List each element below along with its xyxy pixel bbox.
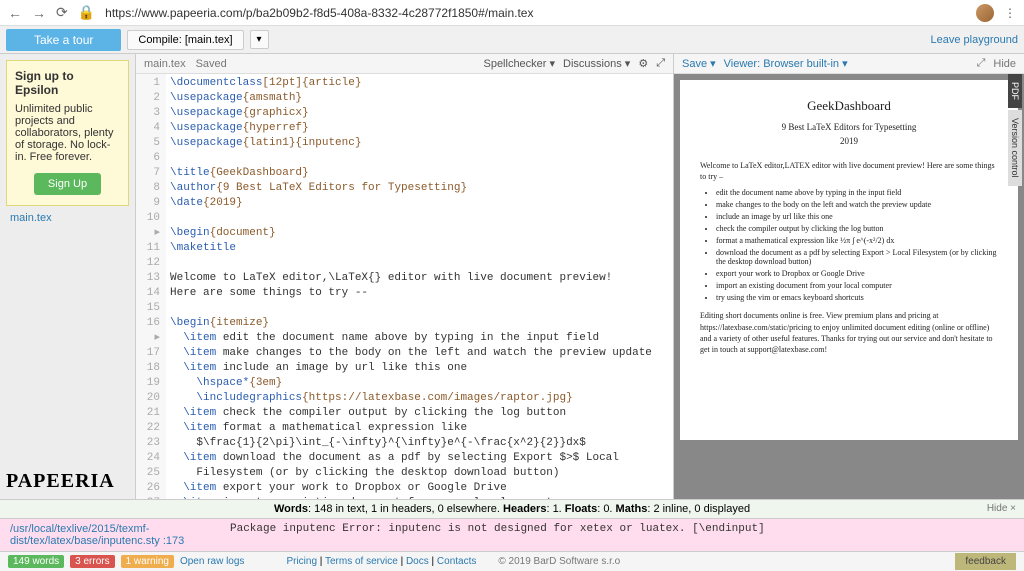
leave-playground-link[interactable]: Leave playground — [931, 34, 1018, 46]
footer-link[interactable]: Contacts — [437, 556, 476, 567]
editor-pane: main.tex Saved Spellchecker ▾ Discussion… — [135, 54, 674, 499]
stats-bar: Words: 148 in text, 1 in headers, 0 else… — [0, 499, 1024, 518]
doc-intro: Welcome to LaTeX editor,LATEX editor wit… — [700, 160, 998, 182]
doc-item: make changes to the body on the left and… — [716, 200, 998, 209]
discussions-dropdown[interactable]: Discussions ▾ — [563, 57, 630, 70]
kebab-icon[interactable]: ⋮ — [1004, 6, 1016, 20]
open-raw-logs-link[interactable]: Open raw logs — [180, 556, 244, 567]
code-editor[interactable]: 12345678910▸ 111213141516▸ 1718192021222… — [136, 74, 673, 499]
browser-bar: ← → ⟳ 🔒 https://www.papeeria.com/p/ba2b0… — [0, 0, 1024, 26]
footer-link[interactable]: Pricing — [286, 556, 317, 567]
reload-icon[interactable]: ⟳ — [56, 4, 68, 21]
version-control-side-tab[interactable]: Version control — [1008, 110, 1022, 186]
errors-badge[interactable]: 3 errors — [70, 555, 114, 568]
preview-tabbar: Save ▾ Viewer: Browser built-in ▾ ⤢ Hide — [674, 54, 1024, 74]
words-badge[interactable]: 149 words — [8, 555, 64, 568]
doc-title: GeekDashboard — [700, 98, 998, 114]
doc-item: try using the vim or emacs keyboard shor… — [716, 293, 998, 302]
viewer-label: Viewer: Browser built-in ▾ — [724, 57, 848, 70]
pdf-side-tab[interactable]: PDF — [1008, 74, 1022, 108]
avatar[interactable] — [976, 4, 994, 22]
forward-icon[interactable]: → — [32, 5, 46, 21]
signup-card: Sign up to Epsilon Unlimited public proj… — [6, 60, 129, 206]
saved-label: Saved — [196, 58, 227, 70]
signup-title: Sign up to Epsilon — [15, 69, 120, 97]
spellchecker-dropdown[interactable]: Spellchecker ▾ — [483, 57, 555, 70]
doc-subtitle: 9 Best LaTeX Editors for Typesetting — [700, 122, 998, 132]
logo: PAPEERIA — [6, 470, 129, 493]
sidebar: Sign up to Epsilon Unlimited public proj… — [0, 54, 135, 499]
log-panel: /usr/local/texlive/2015/texmf-dist/tex/l… — [0, 518, 1024, 551]
take-tour-button[interactable]: Take a tour — [6, 29, 121, 51]
signup-button[interactable]: Sign Up — [34, 173, 101, 195]
rendered-page: GeekDashboard 9 Best LaTeX Editors for T… — [680, 80, 1018, 440]
expand-preview-icon[interactable]: ⤢ — [977, 57, 986, 70]
hide-preview[interactable]: Hide — [993, 58, 1016, 70]
editor-tab[interactable]: main.tex — [144, 58, 186, 70]
hide-stats[interactable]: Hide × — [987, 503, 1016, 514]
copyright: © 2019 BarD Software s.r.o — [498, 556, 620, 567]
preview-viewport[interactable]: GeekDashboard 9 Best LaTeX Editors for T… — [674, 74, 1024, 499]
warnings-badge[interactable]: 1 warning — [121, 555, 174, 568]
footer-link[interactable]: Docs — [406, 556, 429, 567]
editor-tabbar: main.tex Saved Spellchecker ▾ Discussion… — [136, 54, 673, 74]
expand-icon[interactable]: ⤢ — [656, 57, 665, 70]
footer: 149 words 3 errors 1 warning Open raw lo… — [0, 551, 1024, 571]
doc-item: import an existing document from your lo… — [716, 281, 998, 290]
doc-item: check the compiler output by clicking th… — [716, 224, 998, 233]
preview-pane: Save ▾ Viewer: Browser built-in ▾ ⤢ Hide… — [674, 54, 1024, 499]
compile-dropdown[interactable]: ▾ — [250, 30, 269, 49]
footer-link[interactable]: Terms of service — [325, 556, 398, 567]
doc-item: download the document as a pdf by select… — [716, 248, 998, 266]
save-dropdown[interactable]: Save ▾ — [682, 57, 716, 70]
doc-item: format a mathematical expression like ½π… — [716, 236, 998, 245]
file-main-tex[interactable]: main.tex — [6, 206, 129, 230]
doc-item-list: edit the document name above by typing i… — [700, 188, 998, 302]
lock-icon: 🔒 — [78, 4, 95, 21]
gear-icon[interactable]: ⚙ — [638, 57, 648, 70]
doc-item: edit the document name above by typing i… — [716, 188, 998, 197]
app-toolbar: Take a tour Compile: [main.tex] ▾ Leave … — [0, 26, 1024, 54]
back-icon[interactable]: ← — [8, 5, 22, 21]
doc-outro: Editing short documents online is free. … — [700, 310, 998, 355]
doc-item: export your work to Dropbox or Google Dr… — [716, 269, 998, 278]
doc-item: include an image by url like this one — [716, 212, 998, 221]
signup-body: Unlimited public projects and collaborat… — [15, 103, 120, 163]
compile-button[interactable]: Compile: [main.tex] — [127, 30, 243, 50]
feedback-button[interactable]: feedback — [955, 553, 1016, 570]
url-field[interactable]: https://www.papeeria.com/p/ba2b09b2-f8d5… — [105, 6, 966, 20]
doc-year: 2019 — [700, 136, 998, 146]
